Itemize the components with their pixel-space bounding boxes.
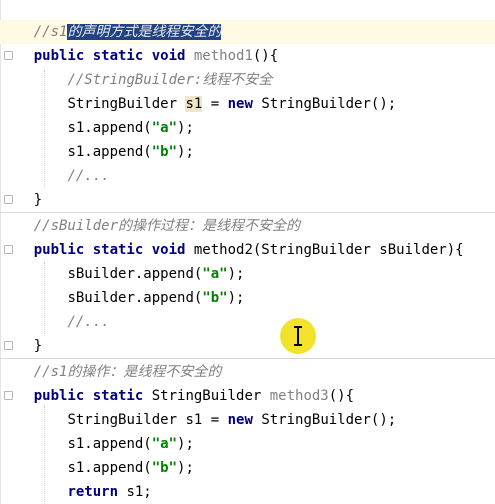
code-text: s1.append( [67, 460, 152, 476]
code-line-comment[interactable]: //sBuilder的操作过程：是线程不安全的 [0, 214, 495, 238]
method-separator [0, 358, 495, 359]
code-text: StringBuilder(); [252, 412, 397, 428]
code-editor[interactable]: //s1的声明方式是线程安全的 public static void metho… [0, 0, 495, 504]
string-literal: "b" [151, 144, 178, 160]
string-literal: "b" [151, 460, 178, 476]
code-text: sBuilder.append( [67, 290, 203, 306]
code-text: (){ [252, 48, 279, 64]
code-text: = [202, 96, 228, 112]
comment-text: //StringBuilder:线程不安全 [67, 72, 273, 88]
code-text: ); [227, 266, 245, 282]
code-line-comment[interactable]: //s1的声明方式是线程安全的 [0, 20, 495, 44]
code-line-declaration[interactable]: StringBuilder s1 = new StringBuilder(); [0, 408, 495, 432]
code-text: ); [227, 290, 245, 306]
code-line-append[interactable]: sBuilder.append("a"); [0, 262, 495, 286]
comment-text: //... [67, 314, 110, 330]
code-text: s1.append( [67, 436, 152, 452]
code-line-comment[interactable]: //StringBuilder:线程不安全 [0, 68, 495, 92]
selected-text[interactable]: 的声明方式是线程安全的 [67, 24, 222, 40]
code-text: StringBuilder [143, 388, 270, 404]
comment-text: //... [67, 168, 110, 184]
code-line-comment[interactable]: //... [0, 164, 495, 188]
keyword-text: public static [33, 388, 144, 404]
code-line-append[interactable]: s1.append("a"); [0, 116, 495, 140]
code-text: ); [177, 120, 194, 136]
code-line-append[interactable]: s1.append("b"); [0, 456, 495, 480]
code-line-close-brace[interactable]: } [0, 334, 495, 358]
code-text: ); [177, 460, 194, 476]
code-line-append[interactable]: sBuilder.append("b"); [0, 286, 495, 310]
code-text: StringBuilder [67, 96, 186, 112]
keyword-text: public static void [33, 242, 186, 258]
comment-text: //sBuilder的操作过程：是线程不安全的 [33, 218, 301, 234]
code-line-append[interactable]: s1.append("b"); [0, 140, 495, 164]
string-literal: "a" [202, 266, 228, 282]
code-line-method-signature[interactable]: public static void method1(){ [0, 44, 495, 68]
code-text: StringBuilder s1 = [67, 412, 228, 428]
code-line-comment[interactable]: //s1的操作：是线程不安全的 [0, 360, 495, 384]
code-line-method-signature[interactable]: public static StringBuilder method3(){ [0, 384, 495, 408]
keyword-text: public static void [33, 48, 186, 64]
method-name: method1 [185, 48, 253, 64]
code-text: ); [177, 144, 194, 160]
code-text: } [33, 338, 43, 354]
string-literal: "a" [151, 120, 178, 136]
code-line-comment[interactable]: //... [0, 310, 495, 334]
code-text: s1; [118, 484, 152, 500]
code-line-declaration[interactable]: StringBuilder s1 = new StringBuilder(); [0, 92, 495, 116]
method-separator [0, 212, 495, 213]
comment-text: //s1 [33, 24, 68, 40]
method-name: method3 [269, 388, 329, 404]
code-line-method-signature[interactable]: public static void method2(StringBuilder… [0, 238, 495, 262]
code-text: } [33, 192, 43, 208]
code-text: ); [177, 436, 194, 452]
comment-text: //s1的操作：是线程不安全的 [33, 364, 222, 380]
code-text: s1.append( [67, 144, 152, 160]
string-literal: "a" [151, 436, 178, 452]
code-text: s1.append( [67, 120, 152, 136]
code-line-append[interactable]: s1.append("a"); [0, 432, 495, 456]
code-text: StringBuilder(); [252, 96, 397, 112]
variable-s1: s1 [185, 96, 203, 112]
code-line-close-brace[interactable]: } [0, 188, 495, 212]
code-text: sBuilder.append( [67, 266, 203, 282]
keyword-new: new [227, 96, 253, 112]
keyword-new: new [227, 412, 253, 428]
code-text: (){ [328, 388, 355, 404]
keyword-return: return [67, 484, 119, 500]
text-cursor-icon [294, 326, 302, 346]
code-line-return[interactable]: return s1; [0, 480, 495, 504]
code-text: method2(StringBuilder sBuilder){ [185, 242, 464, 258]
string-literal: "b" [202, 290, 228, 306]
